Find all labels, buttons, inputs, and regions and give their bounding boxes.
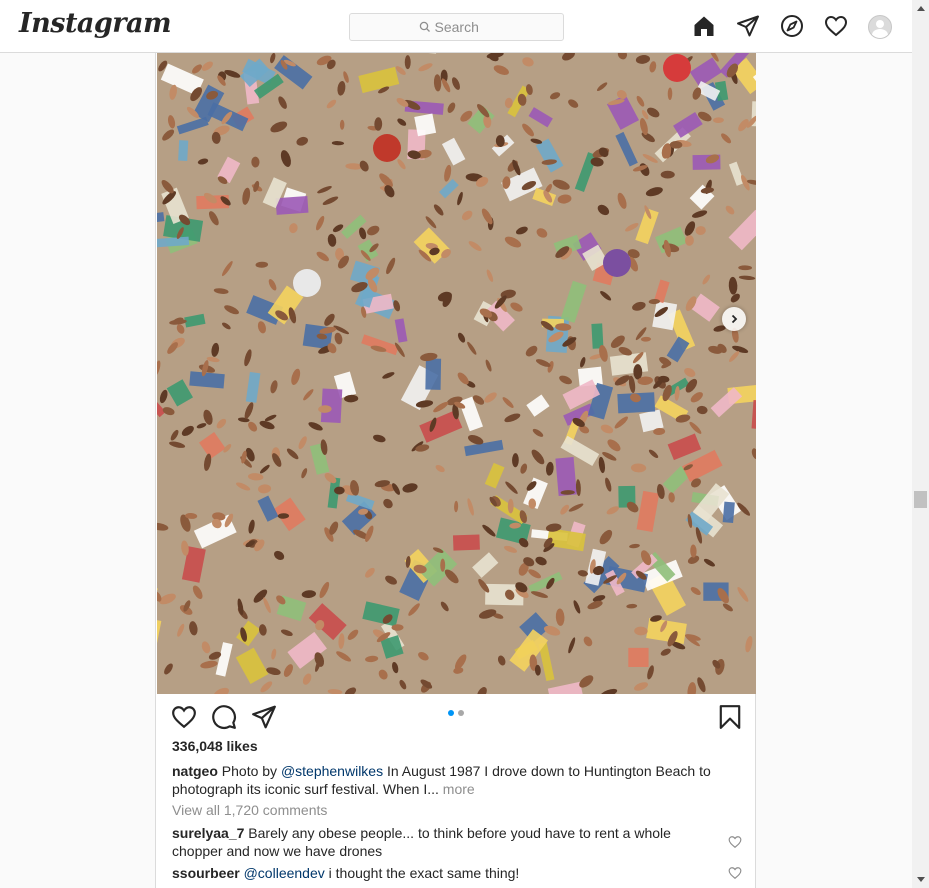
comment-username[interactable]: surelyaa_7 [172,825,244,841]
comment-like-heart-icon[interactable] [728,835,742,849]
comment-text: Barely any obese people... to think befo… [172,825,671,859]
beach-aerial-photo[interactable] [157,53,756,694]
comment-text: i thought the exact same thing! [328,865,520,881]
search-box[interactable] [349,13,564,41]
instagram-logo[interactable]: Instagram [19,8,172,39]
carousel-dot [458,710,464,716]
explore-compass-icon[interactable] [780,14,804,38]
direct-message-icon[interactable] [736,14,760,38]
post-caption: natgeo Photo by @stephenwilkes In August… [172,762,732,798]
carousel-dot-active [448,710,454,716]
post-actions [156,694,755,738]
like-heart-icon[interactable] [171,704,197,730]
comment-mention[interactable]: @colleendev [244,865,325,881]
comment-item: ssourbeer @colleendev i thought the exac… [172,864,722,882]
top-nav: Instagram [0,0,912,53]
caption-username[interactable]: natgeo [172,763,218,779]
comment-item: surelyaa_7 Barely any obese people... to… [172,824,722,860]
comment-icon[interactable] [211,704,237,730]
view-all-comments-link[interactable]: View all 1,720 comments [172,802,327,818]
profile-avatar[interactable] [868,15,892,39]
caption-more-link[interactable]: more [443,781,475,797]
caption-mention[interactable]: @stephenwilkes [281,763,383,779]
home-icon[interactable] [692,14,716,38]
post-card: 336,048 likes natgeo Photo by @stephenwi… [155,53,756,888]
likes-count[interactable]: 336,048 likes [172,738,258,754]
comment-like-heart-icon[interactable] [728,866,742,880]
caption-text-pre: Photo by [221,763,278,779]
scroll-down-arrow[interactable] [912,871,929,888]
chevron-right-icon [731,314,738,324]
beach-photo-art [157,53,756,694]
scroll-up-arrow[interactable] [912,0,929,17]
page-scrollbar[interactable] [912,0,929,888]
scroll-thumb[interactable] [914,491,927,508]
search-icon [419,21,430,32]
carousel-next-button[interactable] [722,307,746,331]
save-bookmark-icon[interactable] [717,704,743,730]
carousel-indicator [448,710,464,716]
search-input[interactable] [434,19,495,35]
comment-username[interactable]: ssourbeer [172,865,240,881]
nav-icons [692,14,892,39]
activity-heart-icon[interactable] [824,14,848,38]
share-icon[interactable] [251,704,277,730]
